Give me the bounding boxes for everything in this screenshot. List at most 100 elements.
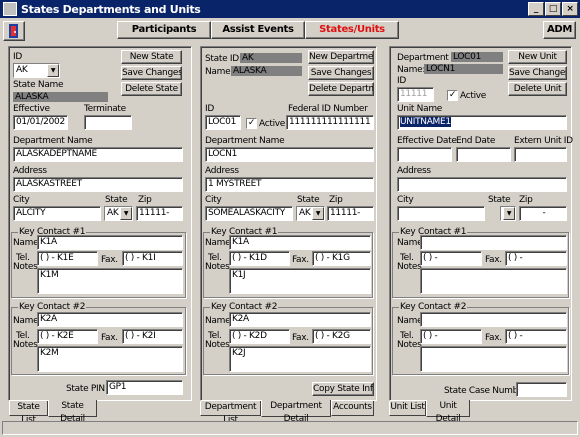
state-id-label: ID <box>13 52 22 62</box>
participants-button[interactable]: Participants <box>117 21 211 39</box>
tab-state-list[interactable]: State List <box>9 401 48 425</box>
federal-id-input[interactable]: 111111111111111 <box>286 115 374 130</box>
chevron-down-icon[interactable]: ▼ <box>120 207 132 220</box>
delete-unit-button[interactable]: Delete Unit <box>508 82 567 96</box>
dept-kc2-fax-input[interactable]: ( ) - K2G <box>312 329 371 344</box>
effective-date-input[interactable] <box>397 147 452 162</box>
chevron-down-icon[interactable]: ▼ <box>503 207 515 220</box>
state-state-select[interactable]: AK ▼ <box>104 206 133 221</box>
state-case-number-input[interactable] <box>516 382 567 397</box>
dept-state-select[interactable]: AK ▼ <box>296 206 325 221</box>
title-bar: States Departments and Units _ □ × <box>0 0 580 18</box>
tab-department-list[interactable]: Department List <box>200 401 261 425</box>
save-department-button[interactable]: Save Changes <box>308 66 374 80</box>
effective-input[interactable]: 01/01/2002 <box>13 115 68 130</box>
state-kc1-notes-input[interactable]: K1M <box>37 268 183 294</box>
maximize-button[interactable]: □ <box>545 2 561 16</box>
new-unit-button[interactable]: New Unit <box>508 50 567 64</box>
state-id-select[interactable]: AK ▼ <box>13 63 60 78</box>
dept-dept-name-input[interactable]: LOCN1 <box>205 147 374 162</box>
state-kc2-name-input[interactable]: K2A <box>37 312 183 327</box>
minimize-button[interactable]: _ <box>528 2 544 16</box>
chevron-down-icon[interactable]: ▼ <box>47 64 59 77</box>
end-date-input[interactable] <box>456 147 511 162</box>
dept-city-input[interactable]: SOMEALASKACITY <box>205 206 293 221</box>
new-department-button[interactable]: New Department <box>308 50 374 64</box>
fax-label: Fax. <box>485 255 502 265</box>
unit-city-input[interactable] <box>397 206 485 221</box>
tab-department-detail[interactable]: Department Detail <box>261 400 331 424</box>
unit-kc1-fax-input[interactable]: ( ) - <box>505 251 567 266</box>
fax-label: Fax. <box>292 333 309 343</box>
state-address-input[interactable]: ALASKASTREET <box>13 177 183 192</box>
unit-kc2-notes-input[interactable] <box>420 346 567 372</box>
state-zip-input[interactable]: 11111- <box>136 206 183 221</box>
unit-name-input[interactable]: UNITNAME1 <box>397 115 567 130</box>
state-city-label: City <box>13 195 30 205</box>
state-city-input[interactable]: ALCITY <box>13 206 101 221</box>
state-kc2-tel-input[interactable]: ( ) - K2E <box>37 329 98 344</box>
dept-state-id-label: State ID: <box>205 54 242 64</box>
unit-name-selected-text: UNITNAME1 <box>400 117 451 127</box>
tab-state-detail[interactable]: State Detail <box>48 400 97 424</box>
assist-events-button[interactable]: Assist Events <box>211 21 305 39</box>
unit-id-input[interactable]: 11111 <box>397 87 434 102</box>
unit-address-label: Address <box>397 166 431 176</box>
tab-unit-detail[interactable]: Unit Detail <box>426 400 470 424</box>
notes-label: Notes <box>205 262 230 272</box>
unit-active-checkbox[interactable]: ✓ <box>447 90 458 101</box>
state-dept-name-input[interactable]: ALASKADEPTNAME <box>13 147 183 162</box>
unit-kc2-fax-input[interactable]: ( ) - <box>505 329 567 344</box>
dept-active-checkbox[interactable]: ✓ <box>246 118 257 129</box>
save-state-button[interactable]: Save Changes <box>121 66 182 80</box>
adm-button[interactable]: ADM <box>543 21 576 39</box>
save-unit-button[interactable]: Save Changes <box>508 66 567 80</box>
unit-kc1-notes-input[interactable] <box>420 268 567 294</box>
state-pin-input[interactable]: GP1 <box>106 380 183 395</box>
copy-state-info-button[interactable]: Copy State Info <box>312 382 374 396</box>
dept-kc1-fax-input[interactable]: ( ) - K1G <box>312 251 371 266</box>
state-kc2-notes-input[interactable]: K2M <box>37 346 183 372</box>
tab-unit-list[interactable]: Unit List <box>389 401 426 416</box>
dept-kc1-name-input[interactable]: K1A <box>229 235 371 250</box>
states-units-button[interactable]: States/Units <box>305 21 399 39</box>
dept-kc2-name-input[interactable]: K2A <box>229 312 371 327</box>
unit-kc1-tel-input[interactable]: ( ) - <box>420 251 482 266</box>
state-kc1-name-input[interactable]: K1A <box>37 235 183 250</box>
unit-kc2-tel-input[interactable]: ( ) - <box>420 329 482 344</box>
dept-zip-input[interactable]: 11111- <box>327 206 374 221</box>
dept-kc1-tel-input[interactable]: ( ) - K1D <box>229 251 290 266</box>
unit-address-input[interactable] <box>397 177 567 192</box>
dept-kc2-notes-input[interactable]: K2J <box>229 346 371 372</box>
dept-kc1-notes-input[interactable]: K1J <box>229 268 371 294</box>
state-id-value: AK <box>16 65 28 75</box>
delete-department-button[interactable]: Delete Department <box>308 82 374 96</box>
effective-date-label: Effective Date <box>397 136 457 146</box>
state-pin-label: State PIN <box>66 384 105 394</box>
new-state-button[interactable]: New State <box>121 50 182 64</box>
extern-unit-id-input[interactable] <box>514 147 567 162</box>
state-kc1-tel-input[interactable]: ( ) - K1E <box>37 251 98 266</box>
door-icon[interactable] <box>3 21 25 41</box>
fax-label: Fax. <box>101 333 118 343</box>
name-label: Name <box>13 316 39 326</box>
unit-kc1-name-input[interactable] <box>420 235 567 250</box>
unit-kc2-name-input[interactable] <box>420 312 567 327</box>
state-address-label: Address <box>13 166 47 176</box>
dept-id-input[interactable]: LOC01 <box>205 115 241 130</box>
close-button[interactable]: × <box>562 2 578 16</box>
state-kc2-fax-input[interactable]: ( ) - K2I <box>122 329 183 344</box>
dept-name-label: Name: <box>205 67 234 77</box>
chevron-down-icon[interactable]: ▼ <box>312 207 324 220</box>
unit-state-select[interactable]: ▼ <box>500 206 516 221</box>
dept-state-id-field: AK <box>240 53 302 63</box>
tab-accounts[interactable]: Accounts <box>331 401 374 416</box>
dept-address-input[interactable]: 1 MYSTREET <box>205 177 374 192</box>
unit-zip-input[interactable]: - <box>519 206 567 221</box>
dept-kc2-tel-input[interactable]: ( ) - K2D <box>229 329 290 344</box>
delete-state-button[interactable]: Delete State <box>121 82 182 96</box>
terminate-input[interactable] <box>84 115 132 130</box>
dept-address-label: Address <box>205 166 239 176</box>
effective-label: Effective <box>13 104 50 114</box>
state-kc1-fax-input[interactable]: ( ) - K1I <box>122 251 183 266</box>
